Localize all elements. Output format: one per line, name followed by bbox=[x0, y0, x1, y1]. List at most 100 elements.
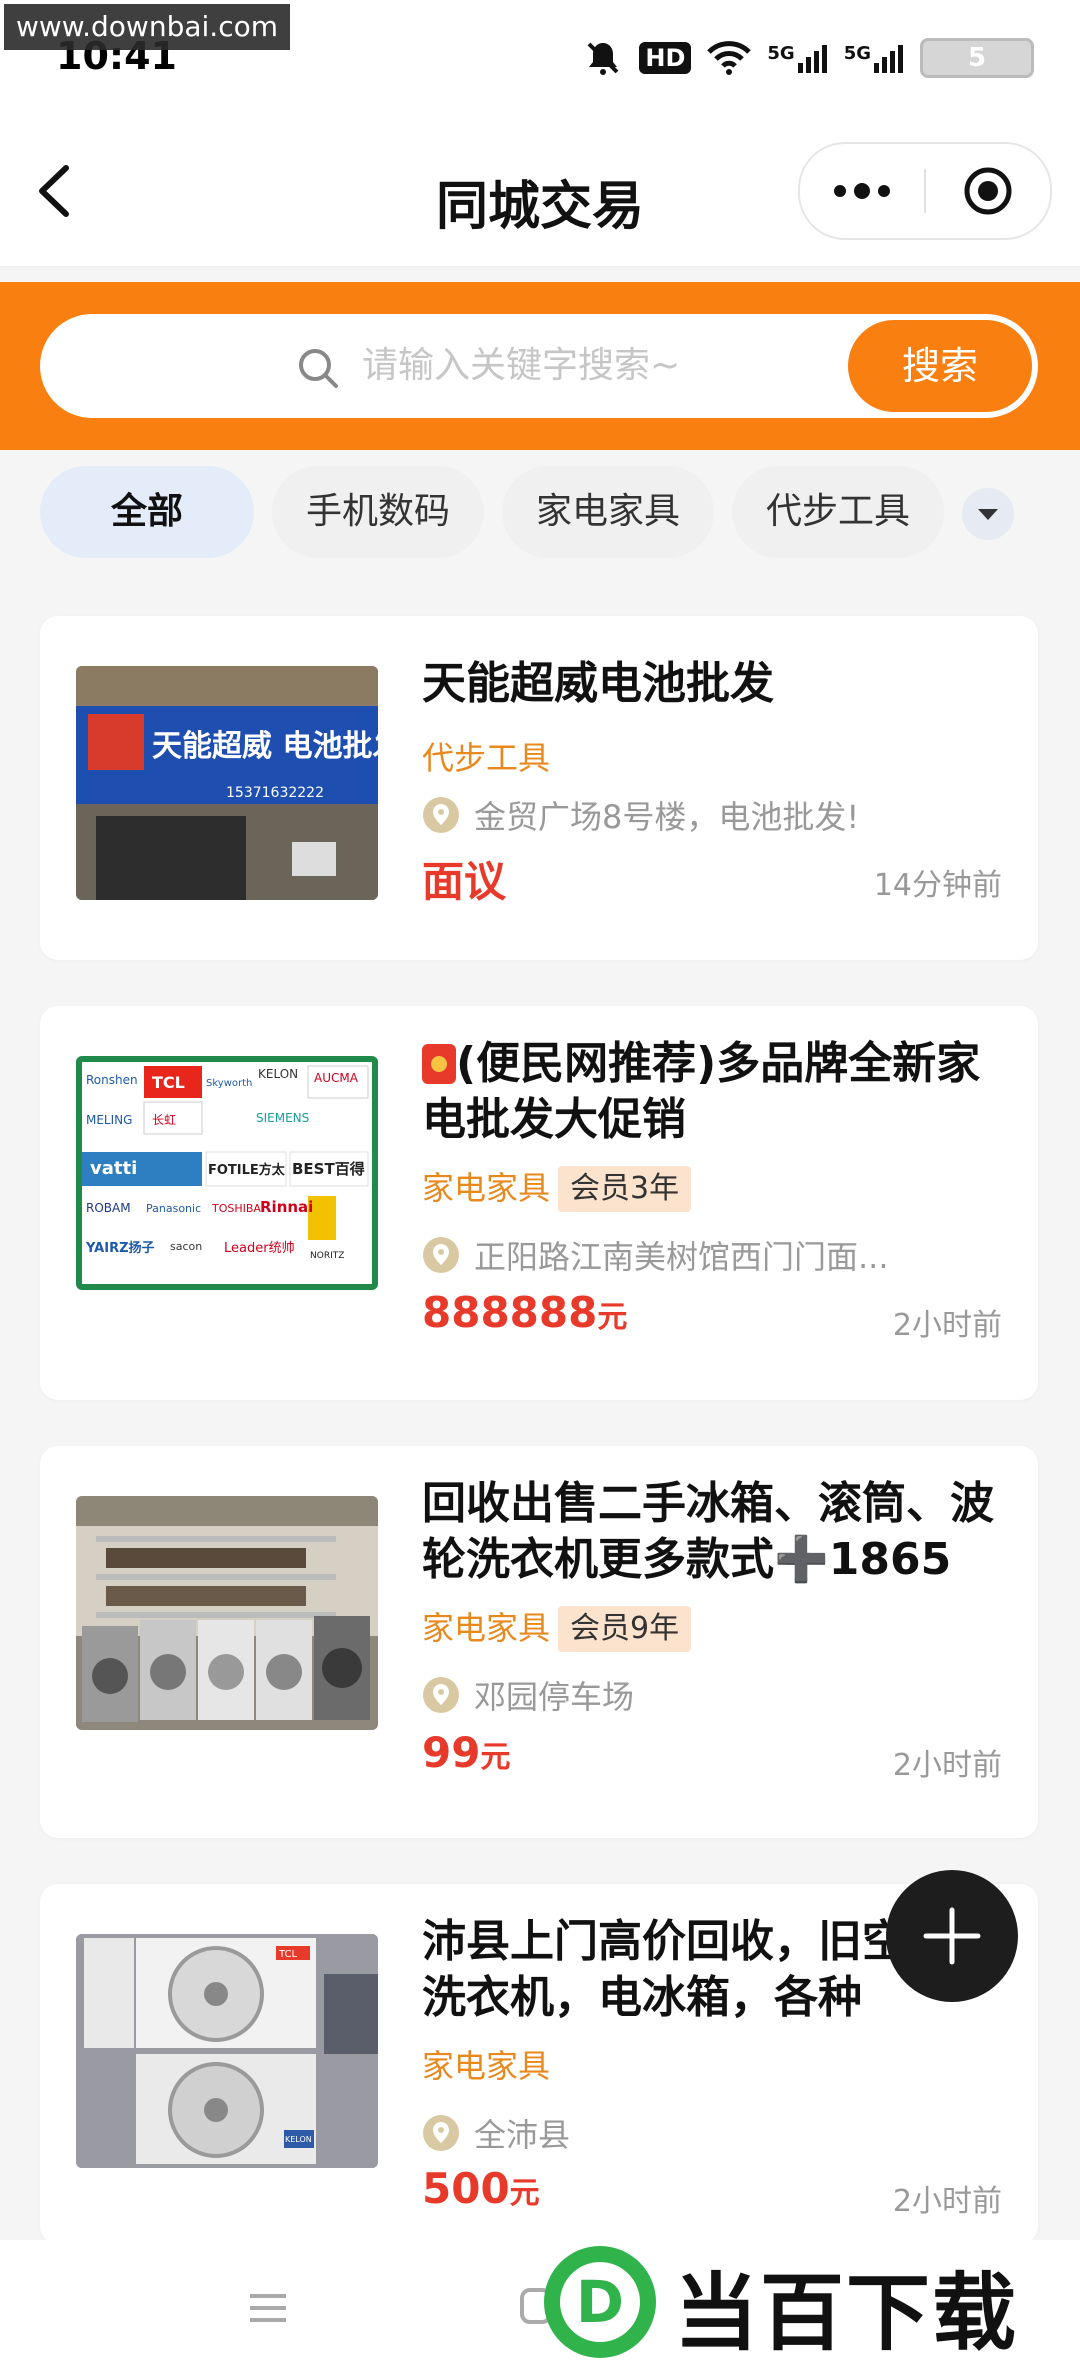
brand-2: TCL bbox=[152, 1073, 185, 1092]
status-bar: 10:41 HD 5G 5G 5 www.downbai.com bbox=[0, 0, 1080, 120]
location-text: 金贸广场8号楼，电池批发! bbox=[474, 798, 860, 836]
more-dots-icon bbox=[834, 183, 890, 199]
tab-transport-tools[interactable]: 代步工具 bbox=[732, 466, 944, 558]
brand-13: Panasonic bbox=[146, 1202, 201, 1215]
location-text: 全沛县 bbox=[474, 2116, 571, 2154]
expand-tabs-button[interactable] bbox=[962, 488, 1014, 540]
price-value: 99 bbox=[422, 1728, 481, 1777]
listing-card[interactable]: Ronshen TCL Skyworth KELON AUCMA MELING … bbox=[40, 1006, 1038, 1400]
location-pin-icon bbox=[423, 2115, 459, 2151]
category-tabs: 全部 手机数码 家电家具 代步工具 bbox=[40, 466, 1060, 558]
brand-18: Leader统帅 bbox=[224, 1241, 295, 1256]
listing-title-text: (便民网推荐)多品牌全新家电批发大促销 bbox=[422, 1038, 981, 1145]
menu-icon[interactable] bbox=[248, 2288, 288, 2328]
listing-image bbox=[76, 1496, 378, 1730]
status-icons: HD 5G 5G 5 bbox=[583, 38, 1034, 78]
brand-logo-letter: D bbox=[576, 2268, 624, 2336]
tab-appliances-furniture[interactable]: 家电家具 bbox=[502, 466, 714, 558]
location-pin-icon bbox=[423, 1677, 459, 1713]
price-value: 888888 bbox=[422, 1288, 598, 1337]
tab-all[interactable]: 全部 bbox=[40, 466, 254, 558]
ac-brand-top: TCL bbox=[278, 1949, 298, 1960]
plus-icon bbox=[923, 1907, 981, 1965]
search-placeholder: 请输入关键字搜索~ bbox=[362, 345, 681, 386]
search-icon bbox=[299, 349, 338, 388]
search-button[interactable]: 搜索 bbox=[848, 320, 1032, 412]
battery-icon: 5 bbox=[920, 38, 1034, 78]
listing-time: 14分钟前 bbox=[873, 868, 1002, 903]
location-pin-icon bbox=[423, 797, 459, 833]
price-unit: 元 bbox=[509, 2176, 540, 2211]
brand-17: sacon bbox=[170, 1240, 202, 1253]
add-post-button[interactable] bbox=[886, 1870, 1018, 2002]
ac-brand-bottom: KELON bbox=[285, 2135, 312, 2144]
listing-category: 家电家具 bbox=[422, 1169, 551, 1207]
brand-3: Skyworth bbox=[206, 1078, 252, 1089]
more-button[interactable] bbox=[800, 144, 924, 238]
listing-title: (便民网推荐)多品牌全新家电批发大促销 bbox=[422, 1036, 1010, 1148]
watermark-text: www.downbai.com bbox=[4, 4, 290, 50]
listing-time: 2小时前 bbox=[892, 2184, 1002, 2219]
brand-10: FOTILE方太 bbox=[208, 1162, 286, 1178]
listing-title: 回收出售二手冰箱、滚筒、波轮洗衣机更多款式➕1865 bbox=[422, 1478, 994, 1585]
title-bar: 同城交易 bbox=[0, 120, 1080, 267]
listing-location: 全沛县 bbox=[422, 2110, 570, 2156]
brand-15: Rinnai bbox=[260, 1198, 313, 1216]
listing-card[interactable]: 回收出售二手冰箱、滚筒、波轮洗衣机更多款式➕1865 家电家具 会员9年 邓园停… bbox=[40, 1446, 1038, 1838]
brand-watermark: D 当百下载 bbox=[540, 2232, 1080, 2372]
mini-program-capsule bbox=[798, 142, 1052, 240]
brand-6: MELING bbox=[86, 1113, 132, 1127]
listing-category: 家电家具 bbox=[422, 1609, 551, 1647]
listing-image: 天能超威 电池批发 15371632222 bbox=[76, 666, 378, 900]
listing-price: 888888元 bbox=[422, 1288, 627, 1337]
search-input[interactable]: 请输入关键字搜索~ 搜索 bbox=[40, 314, 1038, 418]
brand-19: NORITZ bbox=[310, 1251, 344, 1261]
brand-9: vatti bbox=[90, 1158, 137, 1179]
listing-location: 金贸广场8号楼，电池批发! bbox=[422, 792, 859, 838]
signal-bars-icon bbox=[797, 45, 827, 73]
brand-11: BEST百得 bbox=[292, 1160, 365, 1178]
listing-price: 500元 bbox=[422, 2164, 540, 2213]
brand-logo-icon: D bbox=[544, 2246, 656, 2358]
close-miniprogram-button[interactable] bbox=[926, 144, 1050, 238]
mute-bell-icon bbox=[587, 42, 619, 75]
brand-16: YAIRZ扬子 bbox=[85, 1240, 155, 1256]
listing-category: 家电家具 bbox=[422, 2047, 551, 2085]
brand-14: TOSHIBA bbox=[211, 1202, 261, 1215]
brand-5: AUCMA bbox=[314, 1071, 359, 1085]
listing-location: 邓园停车场 bbox=[422, 1672, 634, 1718]
brand-8: SIEMENS bbox=[256, 1111, 309, 1125]
location-text: 正阳路江南美树馆西门门面... bbox=[474, 1238, 889, 1276]
brand-12: ROBAM bbox=[86, 1201, 131, 1215]
sim2-label: 5G bbox=[843, 43, 871, 64]
listing-price: 99元 bbox=[422, 1728, 510, 1777]
listing-title: 天能超威电池批发 bbox=[422, 658, 774, 709]
tab-phones-digital[interactable]: 手机数码 bbox=[272, 466, 484, 558]
listing-category: 代步工具 bbox=[422, 739, 551, 777]
wifi-icon bbox=[707, 41, 752, 75]
listing-image: TCL KELON bbox=[76, 1934, 378, 2168]
sim1-label: 5G bbox=[767, 43, 795, 64]
listing-image: Ronshen TCL Skyworth KELON AUCMA MELING … bbox=[76, 1056, 378, 1290]
member-badge: 会员9年 bbox=[558, 1606, 692, 1652]
search-band: 请输入关键字搜索~ 搜索 bbox=[0, 282, 1080, 450]
brand-1: Ronshen bbox=[86, 1073, 138, 1087]
chevron-down-icon bbox=[978, 509, 998, 520]
sim1-signal-icon: 5G bbox=[767, 43, 827, 73]
brand-7: 长虹 bbox=[152, 1113, 176, 1127]
sign-text: 天能超威 电池批发 bbox=[152, 729, 378, 764]
listing-price: 面议 bbox=[422, 848, 506, 909]
hd-icon: HD bbox=[639, 42, 692, 74]
price-unit: 元 bbox=[480, 1740, 511, 1775]
target-circle-icon bbox=[964, 167, 1012, 215]
signal-bars-icon bbox=[874, 45, 903, 73]
price-value: 面议 bbox=[422, 857, 507, 906]
price-value: 500 bbox=[422, 2164, 510, 2213]
brand-4: KELON bbox=[258, 1067, 298, 1081]
location-pin-icon bbox=[423, 1237, 459, 1273]
listing-card[interactable]: 天能超威 电池批发 15371632222 天能超威电池批发 代步工具 金贸广场… bbox=[40, 616, 1038, 960]
location-text: 邓园停车场 bbox=[474, 1678, 635, 1716]
red-packet-icon bbox=[422, 1044, 456, 1084]
listing-time: 2小时前 bbox=[892, 1308, 1002, 1343]
sign-phone: 15371632222 bbox=[226, 785, 324, 801]
